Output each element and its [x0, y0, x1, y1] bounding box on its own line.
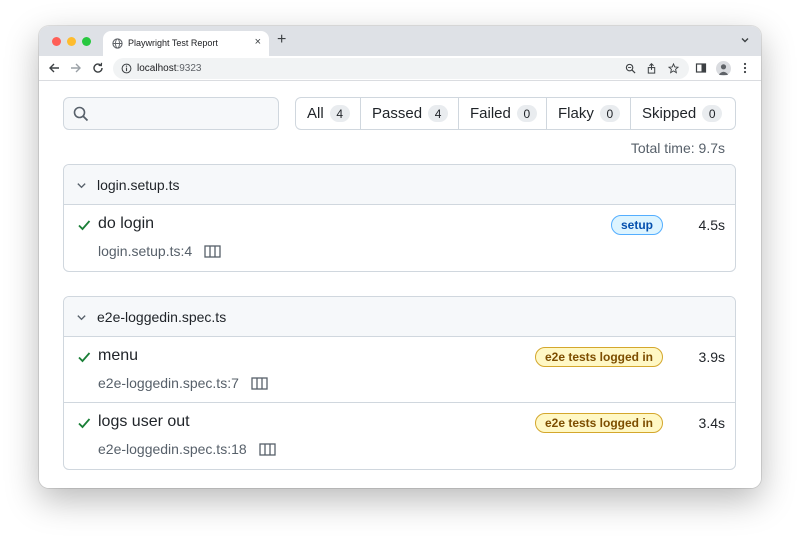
tab-close-button[interactable]: × — [255, 36, 261, 48]
filter-skipped[interactable]: Skipped 0 — [631, 98, 735, 129]
url-port: :9323 — [176, 63, 202, 74]
filter-count: 4 — [428, 105, 449, 122]
report-page: All 4 Passed 4 Failed 0 Flaky 0 Skipped … — [39, 82, 761, 488]
chevron-down-icon — [77, 315, 86, 321]
total-time: Total time: 9.7s — [630, 140, 725, 156]
filter-count: 0 — [702, 105, 723, 122]
forward-arrow-icon[interactable] — [70, 62, 82, 74]
test-title[interactable]: menu — [98, 347, 138, 365]
file-header[interactable]: login.setup.ts — [64, 165, 735, 205]
project-tag[interactable]: e2e tests logged in — [534, 347, 663, 367]
file-header[interactable]: e2e-loggedin.spec.ts — [64, 297, 735, 337]
share-icon[interactable] — [646, 63, 657, 74]
chevron-down-icon — [77, 183, 86, 189]
filter-count: 4 — [329, 105, 350, 122]
address-bar[interactable]: localhost:9323 — [113, 58, 689, 79]
filter-label: Failed — [470, 105, 511, 122]
test-row[interactable]: do login login.setup.ts:4 setup 4.5s — [64, 205, 735, 271]
trace-viewer-icon[interactable] — [251, 376, 268, 390]
test-location-line: e2e-loggedin.spec.ts:7 — [98, 375, 268, 391]
check-icon — [78, 220, 91, 231]
filter-count: 0 — [516, 105, 537, 122]
filter-flaky[interactable]: Flaky 0 — [547, 98, 631, 129]
test-location[interactable]: login.setup.ts:4 — [98, 243, 192, 259]
search-icon — [73, 106, 89, 122]
filter-label: Skipped — [642, 105, 697, 122]
filter-all[interactable]: All 4 — [296, 98, 361, 129]
new-tab-button[interactable]: + — [277, 32, 286, 48]
project-tag[interactable]: setup — [610, 215, 663, 235]
test-duration: 4.5s — [698, 217, 725, 233]
test-location[interactable]: e2e-loggedin.spec.ts:18 — [98, 441, 247, 457]
browser-window: Playwright Test Report × + localhost:932… — [39, 26, 761, 488]
chevron-down-icon[interactable] — [739, 34, 751, 46]
check-icon — [78, 418, 91, 429]
status-filter-bar: All 4 Passed 4 Failed 0 Flaky 0 Skipped … — [295, 97, 736, 130]
url-host: localhost — [137, 63, 177, 74]
test-title[interactable]: do login — [98, 215, 154, 233]
check-icon — [78, 352, 91, 363]
tab-title: Playwright Test Report — [128, 38, 218, 48]
file-name: e2e-loggedin.spec.ts — [97, 309, 227, 325]
filter-label: Passed — [372, 105, 423, 122]
project-tag[interactable]: e2e tests logged in — [534, 413, 663, 433]
trace-viewer-icon[interactable] — [204, 244, 221, 258]
bookmark-star-icon[interactable] — [668, 63, 679, 74]
filter-passed[interactable]: Passed 4 — [361, 98, 459, 129]
browser-tab[interactable]: Playwright Test Report × — [103, 31, 269, 56]
file-name: login.setup.ts — [97, 177, 180, 193]
profile-avatar[interactable] — [716, 61, 731, 76]
maximize-window-button[interactable] — [82, 37, 91, 46]
tab-strip: Playwright Test Report × + — [39, 26, 761, 56]
reload-icon[interactable] — [92, 62, 104, 74]
zoom-icon[interactable] — [625, 63, 636, 74]
side-panel-icon[interactable] — [695, 62, 707, 74]
url-text: localhost:9323 — [137, 63, 202, 74]
test-location[interactable]: e2e-loggedin.spec.ts:7 — [98, 375, 239, 391]
test-location-line: login.setup.ts:4 — [98, 243, 221, 259]
person-icon — [718, 64, 729, 75]
test-row[interactable]: menu e2e-loggedin.spec.ts:7 e2e tests lo… — [64, 337, 735, 403]
test-row[interactable]: logs user out e2e-loggedin.spec.ts:18 e2… — [64, 403, 735, 469]
globe-icon — [112, 38, 123, 49]
browser-toolbar: localhost:9323 — [39, 56, 761, 81]
file-group: login.setup.ts do login login.setup.ts:4… — [63, 164, 736, 272]
filter-count: 0 — [599, 105, 620, 122]
filter-label: All — [307, 105, 324, 122]
test-location-line: e2e-loggedin.spec.ts:18 — [98, 441, 276, 457]
info-icon[interactable] — [121, 63, 132, 74]
back-arrow-icon[interactable] — [48, 62, 60, 74]
test-duration: 3.9s — [698, 349, 725, 365]
test-title[interactable]: logs user out — [98, 413, 190, 431]
test-duration: 3.4s — [698, 415, 725, 431]
close-window-button[interactable] — [52, 37, 61, 46]
trace-viewer-icon[interactable] — [259, 442, 276, 456]
more-menu-icon[interactable] — [743, 62, 747, 74]
search-input[interactable] — [63, 97, 279, 130]
filter-failed[interactable]: Failed 0 — [459, 98, 547, 129]
minimize-window-button[interactable] — [67, 37, 76, 46]
file-group: e2e-loggedin.spec.ts menu e2e-loggedin.s… — [63, 296, 736, 470]
filter-label: Flaky — [558, 105, 594, 122]
